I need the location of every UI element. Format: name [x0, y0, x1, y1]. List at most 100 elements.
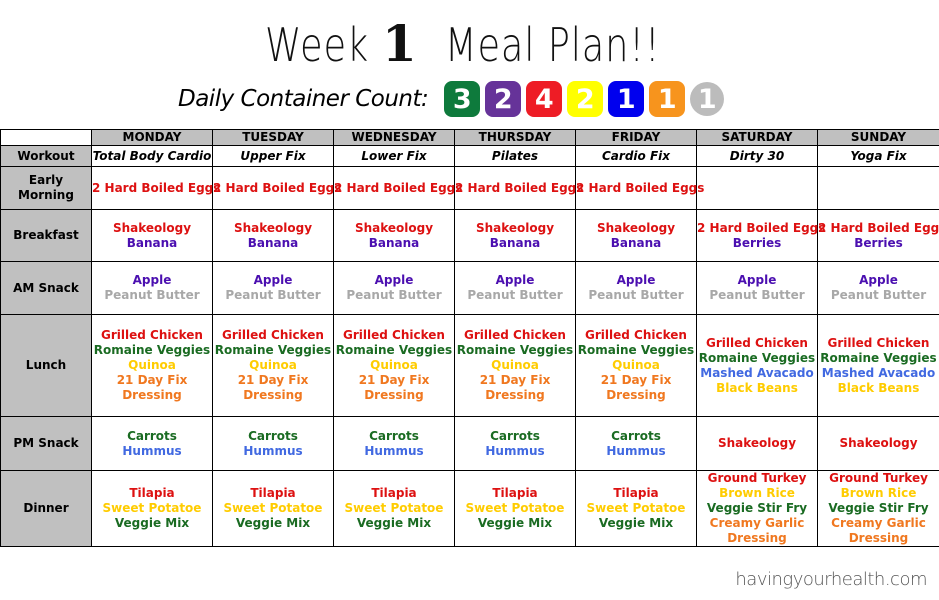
day-header-tuesday: TUESDAY [212, 129, 334, 146]
food-item: Brown Rice [719, 486, 795, 500]
meal-plan-table: MONDAY TUESDAY WEDNESDAY THURSDAY FRIDAY SATU… [0, 129, 939, 547]
food-item: Banana [489, 235, 541, 250]
meal-cell [817, 166, 939, 210]
food-item: Tilapia [613, 486, 659, 500]
food-item: Grilled Chicken [706, 335, 808, 350]
food-item: 21 Day Fix [116, 373, 188, 387]
meal-cell: Shakeology [696, 416, 818, 471]
food-item: Ground Turkey [707, 471, 807, 485]
meal-cell: Apple Peanut Butter [91, 261, 213, 315]
food-item: Creamy Garlic [831, 516, 926, 530]
food-item: Dressing [848, 531, 909, 545]
workout-row: Workout Total Body Cardio Upper Fix Lower … [0, 145, 939, 167]
meal-cell: Grilled Chicken Romaine Veggies Mashed Ava… [817, 314, 939, 417]
row-label-breakfast: Breakfast [0, 209, 92, 262]
food-item: Tilapia [492, 486, 538, 500]
food-item: Shakeology [475, 220, 555, 235]
day-header-monday: MONDAY [91, 129, 213, 146]
food-item: Black Beans [837, 380, 920, 395]
meal-cell: 2 Hard Boiled Eggs [333, 166, 463, 210]
food-item: 2 Hard Boiled Eggs [576, 180, 705, 195]
food-item: Dressing [606, 388, 666, 402]
food-item: Veggie Mix [356, 516, 432, 530]
food-item: Shakeology [354, 220, 434, 235]
food-item: Romaine Veggies [698, 350, 816, 365]
food-item: Carrots [611, 428, 661, 443]
food-item: Hummus [122, 443, 182, 458]
meal-cell [696, 166, 818, 210]
food-item: Shakeology [233, 220, 313, 235]
meal-cell: Shakeology Banana [454, 209, 576, 262]
food-item: Shakeology [839, 436, 918, 450]
meal-cell: Shakeology Banana [91, 209, 213, 262]
workout-cell: Dirty 30 [696, 145, 818, 167]
food-item: Creamy Garlic [709, 516, 805, 530]
meal-cell: Apple Peanut Butter [575, 261, 697, 315]
container-count: Daily Container Count: 3242111 [178, 80, 729, 118]
food-item: Romaine Veggies [577, 343, 695, 357]
food-item: Romaine Veggies [456, 343, 574, 357]
food-item: 2 Hard Boiled Eggs [92, 180, 221, 195]
food-item: Shakeology [112, 220, 192, 235]
food-item: Dressing [727, 531, 787, 545]
container-badge-yellow: 2 [567, 81, 604, 117]
food-item: Banana [126, 235, 178, 250]
food-item: Mashed Avacado [700, 365, 814, 380]
meal-cell: Grilled Chicken Romaine Veggies Quinoa 21 D… [575, 314, 697, 417]
food-item: Peanut Butter [830, 288, 927, 302]
food-item: Carrots [490, 428, 540, 443]
title-prefix: Week [264, 18, 369, 72]
food-item: Veggie Stir Fry [828, 501, 929, 515]
container-badges: 3242111 [444, 81, 729, 117]
workout-cell: Total Body Cardio [91, 145, 213, 167]
meal-cell: Ground Turkey Brown Rice Veggie Stir Fry Cr… [696, 470, 818, 547]
meal-cell: Grilled Chicken Romaine Veggies Mashed Ava… [696, 314, 818, 417]
food-item: Carrots [369, 428, 419, 443]
meal-cell: 2 Hard Boiled Eggs Berries [696, 209, 826, 262]
food-item: Banana [247, 235, 299, 250]
container-badge-orange: 1 [649, 81, 686, 117]
food-item: Peanut Butter [104, 288, 200, 302]
food-item: 21 Day Fix [479, 373, 551, 387]
food-item: Brown Rice [840, 486, 917, 500]
day-header-row: MONDAY TUESDAY WEDNESDAY THURSDAY FRIDAY SATU… [0, 129, 939, 146]
food-item: Grilled Chicken [827, 335, 930, 350]
food-item: Shakeology [717, 436, 797, 450]
food-item: Quinoa [612, 358, 660, 372]
workout-cell: Lower Fix [333, 145, 455, 167]
food-item: Dressing [122, 388, 182, 402]
day-header-sunday: SUNDAY [817, 129, 939, 146]
food-item: Veggie Mix [598, 516, 674, 530]
container-badge-gray: 1 [690, 82, 725, 116]
food-item: Sweet Potatoe [586, 501, 686, 515]
food-item: Hummus [485, 443, 545, 458]
food-item: Black Beans [716, 380, 798, 395]
food-item: Mashed Avacado [821, 365, 936, 380]
meal-cell: Apple Peanut Butter [817, 261, 939, 315]
container-badge-blue: 1 [608, 81, 645, 117]
meal-cell: Tilapia Sweet Potatoe Veggie Mix [454, 470, 576, 547]
food-item: Peanut Butter [346, 288, 442, 302]
food-item: Veggie Mix [235, 516, 311, 530]
meal-cell: Shakeology Banana [333, 209, 455, 262]
meal-cell: 2 Hard Boiled Eggs [212, 166, 341, 210]
food-item: Romaine Veggies [93, 343, 211, 357]
page-title: Week 1 Meal Plan!! [0, 14, 939, 75]
meal-cell: Grilled Chicken Romaine Veggies Quinoa 21 D… [91, 314, 213, 417]
workout-cell: Yoga Fix [817, 145, 939, 167]
day-header-friday: FRIDAY [575, 129, 697, 146]
site-watermark: havingyourhealth.com [735, 569, 927, 590]
container-count-label: Daily Container Count: [178, 86, 429, 112]
meal-cell: Shakeology [817, 416, 939, 471]
food-item: Quinoa [128, 358, 176, 372]
food-item: 2 Hard Boiled Eggs [697, 220, 826, 235]
meal-cell: Tilapia Sweet Potatoe Veggie Mix [333, 470, 455, 547]
food-item: Peanut Butter [709, 288, 805, 302]
food-item: 2 Hard Boiled Eggs [334, 180, 463, 195]
food-item: Sweet Potatoe [223, 501, 323, 515]
day-header-thursday: THURSDAY [454, 129, 576, 146]
food-item: Berries [854, 235, 903, 250]
food-item: Romaine Veggies [335, 343, 453, 357]
food-item: Peanut Butter [588, 288, 684, 302]
food-item: Hummus [243, 443, 303, 458]
